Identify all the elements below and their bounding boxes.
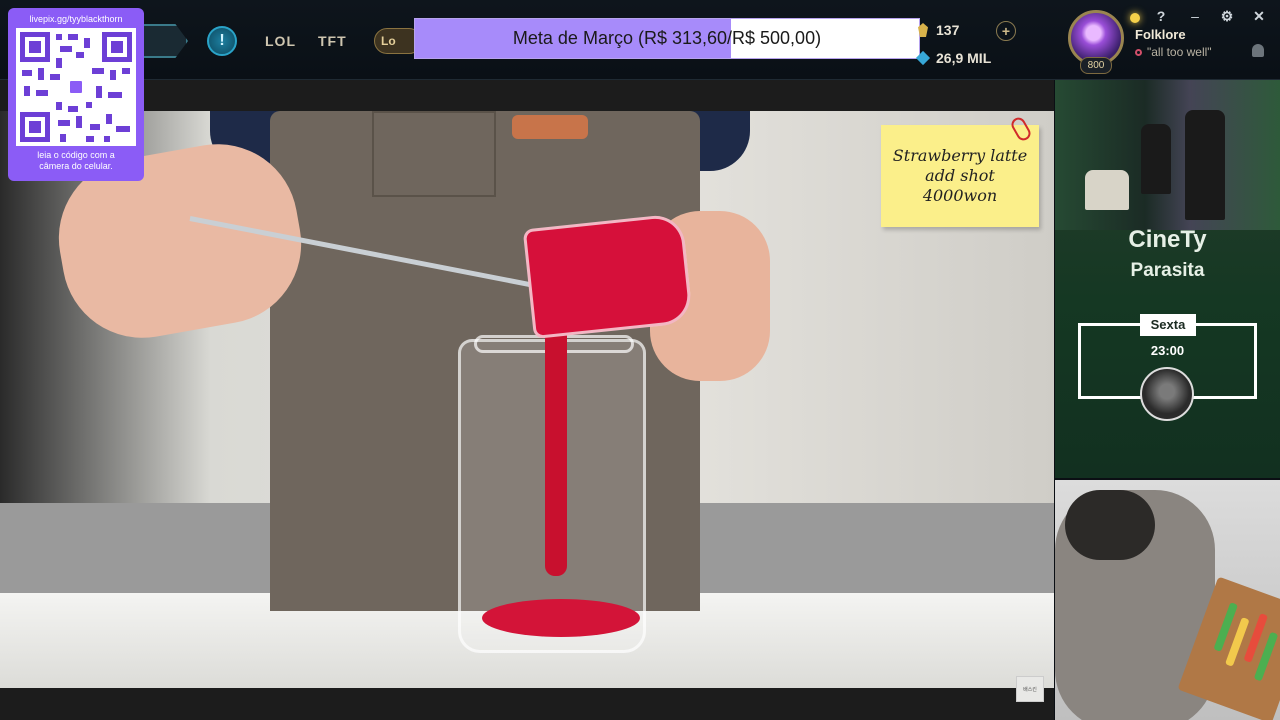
apron-pocket <box>372 111 496 197</box>
poster-figure-3 <box>1085 170 1129 210</box>
settings-icon[interactable]: ⚙ <box>1218 8 1236 25</box>
poster-figure-2 <box>1185 110 1225 220</box>
rp-value: 137 <box>936 22 960 38</box>
rp-icon <box>918 23 928 37</box>
client-top-bar: R ! LOL TFT Lo Meta de Março (R$ 313,60/… <box>0 0 1280 80</box>
watermark-text: 배스킨 <box>1023 686 1037 693</box>
raccoon-face <box>1065 490 1155 560</box>
nav-lol[interactable]: LOL <box>265 33 296 49</box>
qr-caption-line-2: câmera do celular. <box>39 160 113 171</box>
apron-strap <box>512 115 588 139</box>
alert-icon[interactable]: ! <box>207 26 237 56</box>
bell-icon[interactable] <box>1252 44 1264 57</box>
status-text: "all too well" <box>1147 45 1212 59</box>
summoner-name[interactable]: Folklore <box>1135 27 1186 42</box>
movie-poster <box>1055 80 1280 230</box>
channel-watermark-logo: 배스킨 <box>1016 676 1044 702</box>
donation-goal-bar: Meta de Março (R$ 313,60/R$ 500,00) <box>414 18 920 59</box>
sticky-note: Strawberry latte add shot 4000won <box>881 125 1039 227</box>
goal-text: Meta de Março (R$ 313,60/R$ 500,00) <box>512 28 822 48</box>
help-icon[interactable]: ? <box>1152 8 1170 24</box>
measuring-cup <box>522 212 694 340</box>
status-dot-icon <box>1135 48 1142 56</box>
qr-caption: leia o código com a câmera do celular. <box>12 150 140 172</box>
summoner-level: 800 <box>1080 57 1112 74</box>
sticky-line-2: add shot <box>925 166 995 185</box>
loot-label: Lo <box>381 34 396 48</box>
raccoon-image <box>1055 480 1280 720</box>
add-rp-button[interactable]: + <box>996 21 1016 41</box>
nav-tft[interactable]: TFT <box>318 33 347 49</box>
movie-title: Parasita <box>1130 260 1205 281</box>
host-avatar <box>1140 367 1194 421</box>
blue-essence-value: 26,9 MIL <box>936 50 992 66</box>
schedule-time: 23:00 <box>1150 343 1185 358</box>
cine-panel: CineTy Parasita Sexta 23:00 <box>1055 80 1280 478</box>
schedule-day: Sexta <box>1140 314 1196 336</box>
qr-caption-line-1: leia o código com a <box>37 150 115 160</box>
blue-essence-icon <box>915 50 931 66</box>
notification-dot-icon <box>1130 13 1140 23</box>
qr-code[interactable] <box>16 28 136 146</box>
minimize-icon[interactable]: – <box>1186 8 1204 24</box>
qr-url: livepix.gg/tyyblackthorn <box>29 14 123 24</box>
close-icon[interactable]: ✕ <box>1250 8 1268 25</box>
summoner-status[interactable]: "all too well" <box>1135 45 1212 59</box>
blue-essence-balance: 26,9 MIL <box>915 50 992 66</box>
sticky-line-3: 4000won <box>922 186 998 205</box>
rp-balance[interactable]: 137 <box>918 22 959 38</box>
sticky-line-1: Strawberry latte <box>892 146 1028 165</box>
donation-qr-card: livepix.gg/tyyblackthorn leia o código c… <box>8 8 144 181</box>
strawberry-puree <box>482 599 640 637</box>
video-frame[interactable]: Strawberry latte add shot 4000won <box>0 111 1054 688</box>
cine-title: CineTy <box>1128 226 1207 253</box>
livepix-logo-icon <box>67 78 85 96</box>
poster-figure-1 <box>1141 124 1171 194</box>
puree-stream <box>545 326 567 576</box>
video-player: Strawberry latte add shot 4000won 배스킨 <box>0 80 1054 720</box>
